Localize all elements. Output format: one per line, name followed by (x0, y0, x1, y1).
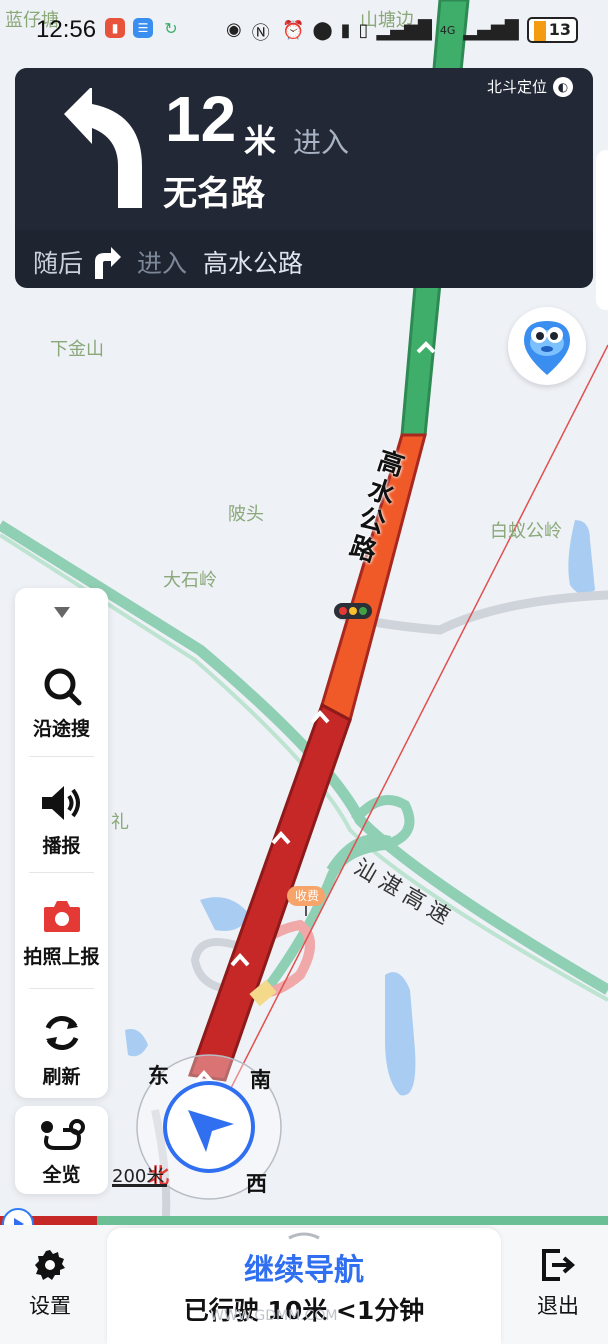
search-icon (44, 668, 81, 706)
photo-report-button[interactable]: 拍照上报 (15, 898, 108, 969)
collapse-panel-button[interactable] (15, 598, 108, 628)
side-panel-edge[interactable] (596, 150, 608, 310)
status-time: 12:56 (36, 16, 97, 43)
exit-icon (542, 1249, 576, 1281)
notification-app-icon: ▮ (105, 18, 125, 38)
location-icon: ⬤ (312, 19, 333, 41)
settings-button[interactable]: 设置 (10, 1248, 90, 1320)
camera-icon (43, 901, 80, 932)
enter-label: 进入 (293, 126, 350, 159)
voice-assistant-avatar[interactable] (508, 307, 586, 385)
sync-icon: ↻ (164, 18, 178, 38)
compass-east: 东 (148, 1064, 169, 1088)
message-app-icon: ☰ (133, 18, 153, 38)
tool-panel: 沿途搜 播报 拍照上报 刷新 (15, 588, 108, 1098)
triangle-down-icon (53, 607, 70, 618)
map-label-place: 下金山 (50, 339, 104, 360)
alarm-icon: ⏰ (282, 19, 305, 41)
next-enter-label: 进入 (137, 249, 188, 278)
satellite-icon: ◐ (553, 76, 573, 97)
map-scale-bar (112, 1184, 167, 1187)
search-along-route-button[interactable]: 沿途搜 (15, 666, 108, 741)
refresh-button[interactable]: 刷新 (15, 1012, 108, 1089)
beidou-positioning-status: 北斗定位 ◐ (487, 76, 573, 97)
current-road-name: 无名路 (163, 174, 265, 214)
refresh-icon (45, 1015, 78, 1051)
map-label-place: 大石岭 (163, 570, 217, 591)
broadcast-button[interactable]: 播报 (15, 783, 108, 858)
route-overview-button[interactable]: 全览 (15, 1106, 108, 1194)
map-label-place: 陂头 (228, 504, 264, 525)
signal-icon: ▂▄▆█ (463, 19, 519, 41)
turn-left-arrow-icon (64, 88, 142, 208)
gear-icon (35, 1250, 65, 1280)
signal-icon: ▂▄▆█ (376, 19, 432, 41)
network-type: 4G (439, 23, 456, 37)
navigation-guidance-banner[interactable]: 12 米 进入 无名路 北斗定位 ◐ 随后 进入 高水公路 (15, 68, 593, 288)
watermark: WWW.GDMM.COM (210, 1308, 338, 1324)
then-label: 随后 (33, 249, 84, 278)
distance-value: 12 (165, 83, 237, 155)
nfc-icon: Ⓝ (251, 23, 270, 44)
map-label-place: 白蚁公岭 (490, 521, 562, 542)
vibrate-icon: ▯ (358, 19, 369, 41)
battery-icon: 13 (526, 17, 578, 43)
next-road-name: 高水公路 (203, 249, 304, 278)
turn-right-arrow-icon (95, 247, 122, 279)
continue-navigation-button[interactable]: 继续导航 (107, 1245, 501, 1289)
distance-unit: 米 (244, 122, 277, 160)
assistant-mascot-icon (524, 321, 570, 375)
mic-icon: ▮ (340, 19, 351, 41)
drag-handle-icon[interactable] (287, 1230, 321, 1240)
route-progress-bar (0, 1216, 608, 1225)
toll-label: 收费 (294, 889, 319, 903)
exit-button[interactable]: 退出 (518, 1248, 598, 1320)
speaker-icon (41, 786, 80, 820)
next-maneuver: 随后 进入 高水公路 (33, 242, 303, 282)
compass-west: 西 (246, 1172, 267, 1196)
compass-south: 南 (250, 1068, 271, 1092)
status-bar: 12:56 ▮ ☰ ↻ ◉ Ⓝ ⏰ ⬤ ▮ ▯ ▂▄▆█ 4G ▂▄▆█ 13 (0, 0, 608, 60)
map-label-place: 礼 (111, 812, 129, 833)
route-overview-icon (40, 1119, 85, 1150)
eye-icon: ◉ (226, 19, 242, 40)
traffic-light-icon (334, 603, 372, 619)
